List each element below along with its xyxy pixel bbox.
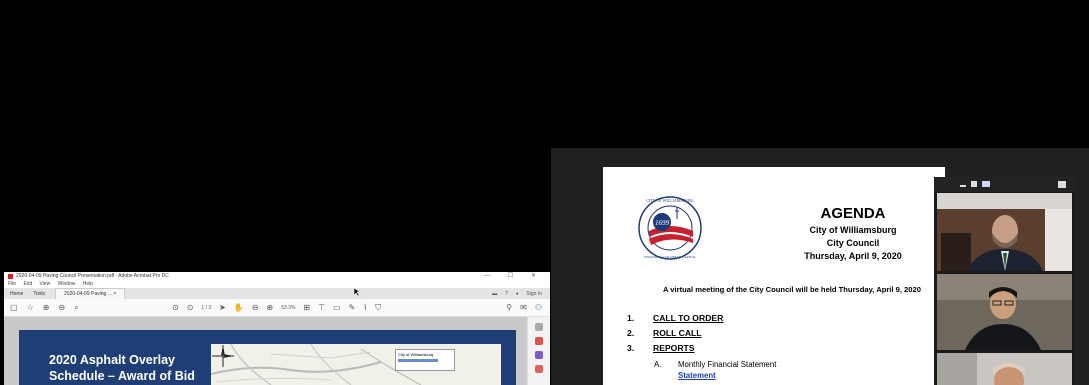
seal-top-text: CITY OF WILLIAMSBURG <box>646 198 693 203</box>
create-pdf-icon[interactable] <box>535 365 543 373</box>
tab-document[interactable]: 2020-04-09 Paving ... × <box>55 288 126 299</box>
mouse-cursor-icon <box>354 288 360 296</box>
agenda-item-label[interactable]: CALL TO ORDER <box>653 313 723 323</box>
agenda-subitem-label: Monthly Financial Statement <box>678 360 777 369</box>
export-pdf-icon[interactable] <box>535 337 543 345</box>
participant-3-video-frame <box>937 353 1072 385</box>
legend-swatch <box>398 359 438 362</box>
agenda-item-label[interactable]: ROLL CALL <box>653 328 702 338</box>
tab-home[interactable]: Home <box>10 291 23 297</box>
acrobat-window: 2020-04-09 Paving Council Presentation.p… <box>4 272 550 385</box>
agenda-subitem-letter: A. <box>654 360 662 369</box>
create-icon[interactable]: ▢ <box>10 303 18 312</box>
menu-view[interactable]: View <box>39 281 50 287</box>
participant-video-1[interactable] <box>937 193 1072 271</box>
map-legend-title: City of Williamsburg <box>398 352 434 357</box>
prev-page-icon[interactable]: ⊙ <box>172 303 179 312</box>
city-seal-logo: 1699 CITY OF WILLIAMSBURG VIRGINIA'S COL… <box>638 196 702 260</box>
add-user-icon[interactable]: ⚇ <box>535 303 542 312</box>
right-tools-pane <box>527 317 550 385</box>
tab-tools[interactable]: Tools <box>33 291 45 297</box>
acrobat-title-bar: 2020-04-09 Paving Council Presentation.p… <box>4 272 550 281</box>
seal-bottom-text: VIRGINIA'S COLONIAL CAPITAL <box>644 255 697 259</box>
zoom-level[interactable]: 53.3% <box>281 305 295 311</box>
map-legend: City of Williamsburg <box>395 349 455 371</box>
select-tool-icon[interactable]: ➤ <box>219 303 226 312</box>
meeting-notice: A virtual meeting of the City Council wi… <box>663 285 921 294</box>
highlight-tool-icon[interactable]: ⌇ <box>363 303 367 312</box>
stamp-tool-icon[interactable]: ⛉ <box>375 303 381 313</box>
help-icon[interactable]: ? <box>505 291 508 297</box>
scroll-mode-icon[interactable]: ⊤ <box>318 303 325 312</box>
zoom-search-icon[interactable] <box>535 323 543 331</box>
agenda-title: AGENDA <box>820 205 886 222</box>
screen-share-canvas: 2020-04-09 Paving Council Presentation.p… <box>0 0 1089 385</box>
menu-help[interactable]: Help <box>83 281 93 287</box>
fit-page-icon[interactable]: ⊞ <box>303 303 310 312</box>
minimize-icon[interactable] <box>960 185 966 187</box>
comment-icon[interactable]: ▬ <box>492 291 497 297</box>
agenda-item-number: 1. <box>627 313 635 323</box>
share-icon[interactable]: ⚲ <box>506 303 512 312</box>
hand-tool-icon[interactable]: ✋ <box>234 303 244 312</box>
agenda-document: 1699 CITY OF WILLIAMSBURG VIRGINIA'S COL… <box>603 167 945 385</box>
slide-title: 2020 Asphalt Overlay Schedule – Award of… <box>49 353 195 383</box>
grid-view-icon[interactable] <box>982 181 990 187</box>
zoom-participant-panel <box>934 177 1075 385</box>
acrobat-toolbar: ▢ ☆ ⊕ ⊖ ⌕ ⊙ ⊙ 1 / 3 ➤ ✋ ⊖ ⊕ 53.3% ⊞ ⊤ ▭ … <box>4 299 550 317</box>
agenda-date: Thursday, April 9, 2020 <box>804 251 902 261</box>
edit-pdf-icon[interactable] <box>535 351 543 359</box>
bookmark-star-icon[interactable]: ☆ <box>27 303 34 312</box>
participant-1-video-frame <box>937 193 1072 271</box>
restore-icon[interactable] <box>971 181 977 187</box>
agenda-item-number: 2. <box>627 328 635 338</box>
next-page-icon[interactable]: ⊙ <box>187 303 194 312</box>
zoom-view-controls <box>934 177 1075 192</box>
paving-map: City of Williamsburg <box>211 344 501 385</box>
menu-file[interactable]: File <box>8 281 16 287</box>
print-icon[interactable]: ⊖ <box>58 303 65 312</box>
search-icon[interactable]: ⌕ <box>74 303 78 313</box>
sign-in-link[interactable]: Sign In <box>526 291 542 297</box>
acrobat-menu-bar: File Edit View Window Help <box>4 281 550 288</box>
agenda-org: City of Williamsburg <box>809 225 897 235</box>
seal-year: 1699 <box>655 219 670 227</box>
map-roads-graphic <box>211 344 501 385</box>
presentation-slide: 2020 Asphalt Overlay Schedule – Award of… <box>19 330 516 385</box>
agenda-body: City Council <box>826 238 880 248</box>
zoom-in-icon[interactable]: ⊕ <box>267 303 274 312</box>
participant-video-3[interactable] <box>937 353 1072 385</box>
agenda-item-label[interactable]: REPORTS <box>653 343 695 353</box>
menu-edit[interactable]: Edit <box>23 281 32 287</box>
mail-icon[interactable]: ✉ <box>520 303 527 312</box>
notification-icon[interactable]: ♦ <box>516 291 519 297</box>
acrobat-tab-bar: Home Tools 2020-04-09 Paving ... × ▬ ? ♦… <box>4 288 550 299</box>
window-controls[interactable]: — ☐ ✕ <box>484 272 544 281</box>
participant-2-video-frame <box>937 274 1072 350</box>
agenda-item-number: 3. <box>627 343 635 353</box>
comment-tool-icon[interactable]: ▭ <box>333 303 341 312</box>
page-indicator[interactable]: 1 / 3 <box>201 305 211 311</box>
upload-icon[interactable]: ⊕ <box>43 303 50 312</box>
acrobat-window-title: 2020-04-09 Paving Council Presentation.p… <box>16 273 169 279</box>
speaker-view-icon[interactable] <box>1058 181 1066 188</box>
north-arrow-icon <box>212 345 234 367</box>
participant-video-2[interactable] <box>937 274 1072 350</box>
pen-tool-icon[interactable]: ✎ <box>349 303 356 312</box>
menu-window[interactable]: Window <box>58 281 76 287</box>
zoom-out-icon[interactable]: ⊖ <box>252 303 259 312</box>
statement-link[interactable]: Statement <box>678 371 716 380</box>
acrobat-app-icon <box>8 274 13 279</box>
